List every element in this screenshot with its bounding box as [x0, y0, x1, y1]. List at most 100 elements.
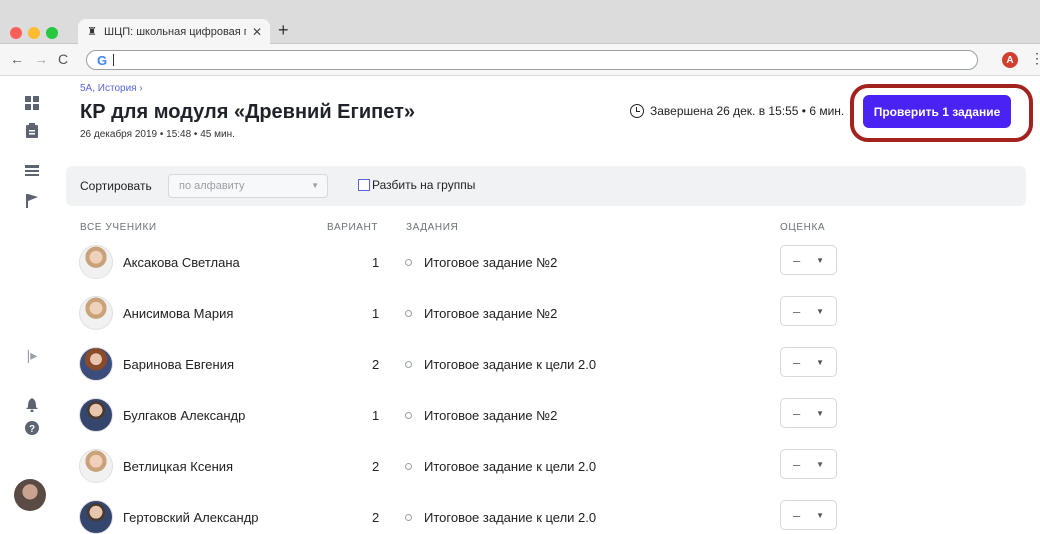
user-avatar[interactable] — [14, 479, 46, 511]
flag-icon[interactable] — [24, 193, 40, 209]
student-row[interactable]: Аксакова Светлана 1 Итоговое задание №2 … — [66, 240, 1026, 290]
student-name[interactable]: Анисимова Мария — [123, 306, 233, 321]
column-header-grade: ОЦЕНКА — [780, 222, 826, 233]
student-avatar — [79, 449, 113, 483]
student-task[interactable]: Итоговое задание №2 — [405, 306, 557, 321]
chevron-down-icon: ▼ — [816, 511, 824, 520]
chevron-down-icon: ▼ — [816, 409, 824, 418]
page-subtitle: 26 декабря 2019 • 15:48 • 45 мин. — [80, 129, 235, 140]
completion-text: Завершена 26 дек. в 15:55 • 6 мин. — [650, 104, 845, 118]
status-circle-icon — [405, 463, 412, 470]
student-variant: 2 — [372, 357, 380, 372]
svg-text:?: ? — [29, 424, 35, 435]
close-window-button[interactable] — [10, 27, 22, 39]
filter-bar: Сортировать по алфавиту ▼ Разбить на гру… — [66, 166, 1026, 206]
group-toggle[interactable]: Разбить на группы — [358, 178, 475, 192]
status-circle-icon — [405, 514, 412, 521]
student-variant: 2 — [372, 510, 380, 525]
status-circle-icon — [405, 361, 412, 368]
status-circle-icon — [405, 310, 412, 317]
grade-value: – — [793, 405, 801, 421]
chevron-down-icon: ▼ — [816, 307, 824, 316]
group-checkbox[interactable] — [358, 179, 370, 191]
minimize-window-button[interactable] — [28, 27, 40, 39]
status-circle-icon — [405, 259, 412, 266]
student-name[interactable]: Ветлицкая Ксения — [123, 459, 233, 474]
site-favicon-icon: ♜ — [87, 26, 97, 38]
maximize-window-button[interactable] — [46, 27, 58, 39]
schedule-icon[interactable] — [24, 163, 40, 179]
student-task[interactable]: Итоговое задание к цели 2.0 — [405, 459, 596, 474]
student-row[interactable]: Булгаков Александр 1 Итоговое задание №2… — [66, 393, 1026, 443]
grade-value: – — [793, 252, 801, 268]
expand-sidebar-icon[interactable]: |▸ — [24, 347, 40, 363]
sort-value: по алфавиту — [179, 180, 245, 192]
clock-icon — [630, 104, 644, 118]
help-icon[interactable]: ? — [24, 420, 40, 436]
student-row[interactable]: Ветлицкая Ксения 2 Итоговое задание к це… — [66, 444, 1026, 494]
profile-avatar[interactable]: A — [1002, 52, 1018, 68]
bell-icon[interactable] — [24, 397, 40, 413]
reload-icon[interactable]: C — [58, 51, 68, 67]
student-row[interactable]: Баринова Евгения 2 Итоговое задание к це… — [66, 342, 1026, 392]
student-name[interactable]: Аксакова Светлана — [123, 255, 240, 270]
address-bar[interactable]: G — [86, 50, 978, 70]
grade-select[interactable]: – ▼ — [780, 398, 837, 428]
sort-label: Сортировать — [80, 179, 152, 193]
browser-tab-strip: ♜ ШЦП: школьная цифровая пла ✕ + — [0, 0, 1040, 44]
student-task[interactable]: Итоговое задание №2 — [405, 408, 557, 423]
student-task[interactable]: Итоговое задание к цели 2.0 — [405, 357, 596, 372]
status-circle-icon — [405, 412, 412, 419]
student-avatar — [79, 296, 113, 330]
grade-select[interactable]: – ▼ — [780, 245, 837, 275]
student-name[interactable]: Гертовский Александр — [123, 510, 259, 525]
student-avatar — [79, 398, 113, 432]
grade-select[interactable]: – ▼ — [780, 296, 837, 326]
student-row[interactable]: Гертовский Александр 2 Итоговое задание … — [66, 495, 1026, 534]
grade-select[interactable]: – ▼ — [780, 449, 837, 479]
student-row[interactable]: Анисимова Мария 1 Итоговое задание №2 – ▼ — [66, 291, 1026, 341]
column-header-variant: ВАРИАНТ — [327, 222, 379, 233]
forward-arrow-icon[interactable]: → — [34, 51, 48, 67]
clipboard-icon[interactable] — [24, 122, 40, 138]
sort-select[interactable]: по алфавиту ▼ — [168, 174, 328, 198]
chevron-down-icon: ▼ — [816, 358, 824, 367]
student-task[interactable]: Итоговое задание №2 — [405, 255, 557, 270]
student-variant: 1 — [372, 255, 380, 270]
chevron-down-icon: ▼ — [816, 256, 824, 265]
browser-menu-icon[interactable]: ⋮ — [1030, 50, 1040, 67]
column-header-students[interactable]: ВСЕ УЧЕНИКИ — [80, 222, 157, 233]
new-tab-button[interactable]: + — [278, 20, 289, 41]
text-cursor — [113, 54, 115, 66]
tab-title: ШЦП: школьная цифровая пла — [104, 25, 246, 38]
breadcrumb[interactable]: 5А, История › — [80, 83, 143, 94]
grade-value: – — [793, 507, 801, 523]
grade-value: – — [793, 303, 801, 319]
grade-value: – — [793, 354, 801, 370]
dashboard-icon[interactable] — [24, 95, 40, 111]
task-name: Итоговое задание к цели 2.0 — [424, 459, 597, 474]
browser-tab[interactable]: ♜ ШЦП: школьная цифровая пла ✕ — [78, 19, 270, 44]
student-variant: 1 — [372, 306, 380, 321]
page-title: КР для модуля «Древний Египет» — [80, 101, 415, 123]
task-name: Итоговое задание №2 — [424, 408, 558, 423]
grade-select[interactable]: – ▼ — [780, 347, 837, 377]
student-task[interactable]: Итоговое задание к цели 2.0 — [405, 510, 596, 525]
student-avatar — [79, 245, 113, 279]
check-task-button[interactable]: Проверить 1 задание — [863, 95, 1011, 128]
left-sidebar: |▸ ? — [0, 77, 64, 534]
task-name: Итоговое задание к цели 2.0 — [424, 357, 597, 372]
completion-status: Завершена 26 дек. в 15:55 • 6 мин. — [630, 104, 844, 118]
student-variant: 1 — [372, 408, 380, 423]
close-tab-icon[interactable]: ✕ — [252, 25, 262, 39]
student-avatar — [79, 500, 113, 534]
task-name: Итоговое задание к цели 2.0 — [424, 510, 597, 525]
grade-select[interactable]: – ▼ — [780, 500, 837, 530]
chevron-down-icon: ▼ — [816, 460, 824, 469]
back-arrow-icon[interactable]: ← — [10, 51, 24, 67]
grade-value: – — [793, 456, 801, 472]
student-name[interactable]: Баринова Евгения — [123, 357, 234, 372]
task-name: Итоговое задание №2 — [424, 306, 558, 321]
browser-toolbar: ← → C G A ⋮ — [0, 44, 1040, 76]
student-name[interactable]: Булгаков Александр — [123, 408, 245, 423]
